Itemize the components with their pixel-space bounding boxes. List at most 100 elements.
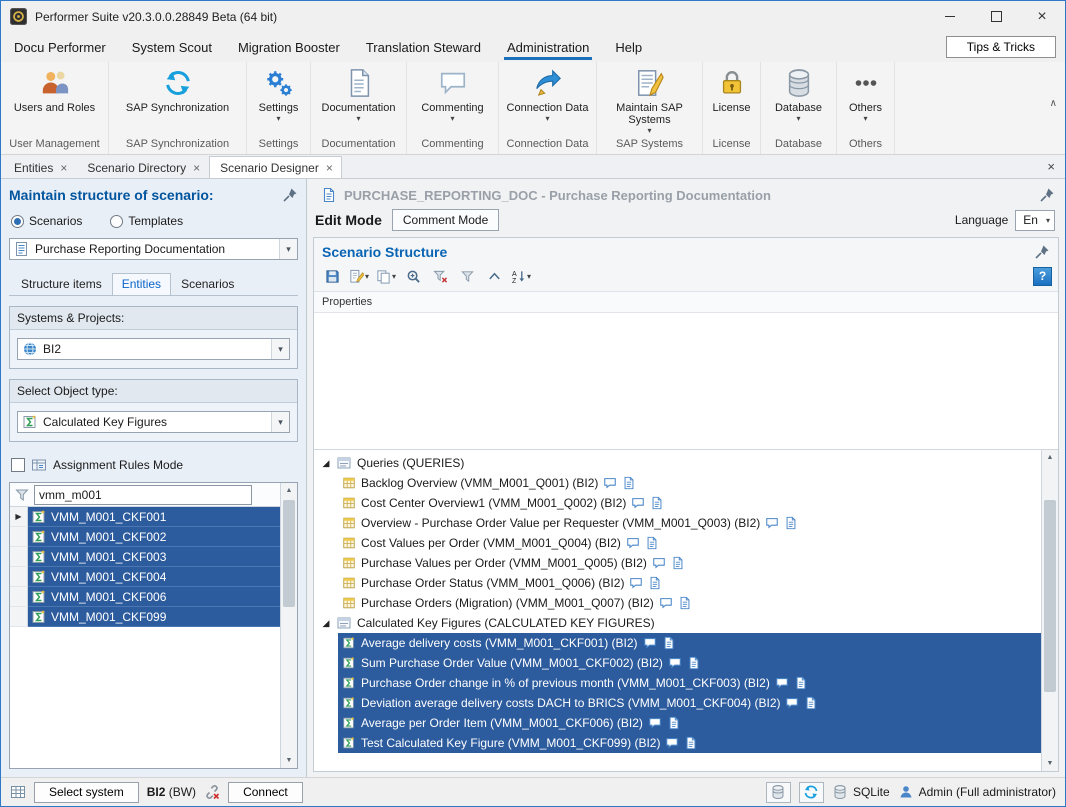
tree-item[interactable]: Purchase Values per Order (VMM_M001_Q005… [314,553,1041,573]
comment-mode-button[interactable]: Comment Mode [392,209,499,231]
tree-item[interactable]: Average delivery costs (VMM_M001_CKF001)… [314,633,1041,653]
tree-item[interactable]: Deviation average delivery costs DACH to… [314,693,1041,713]
save-button[interactable] [320,266,344,286]
pin-icon[interactable] [282,187,298,203]
maximize-button[interactable] [973,1,1019,32]
ribbon-button-maintain-sap-systems[interactable]: Maintain SAP Systems▾ [597,62,702,136]
tips-tricks-button[interactable]: Tips & Tricks [946,36,1056,58]
ribbon-collapse-button[interactable]: ∧ [1050,98,1057,109]
system-combo[interactable]: BI2 ▾ [17,338,290,360]
tree-group[interactable]: ◢Calculated Key Figures (CALCULATED KEY … [314,613,1041,633]
tab-close-icon[interactable]: × [60,161,67,175]
scroll-up-icon[interactable]: ▲ [1042,450,1058,465]
menu-item-administration[interactable]: Administration [494,32,602,62]
ribbon-button-settings[interactable]: Settings▾ [247,62,310,136]
grid-row[interactable]: ▶VMM_M001_CKF001 [10,507,280,527]
grid-scrollbar[interactable]: ▲ ▼ [280,483,297,768]
checkbox[interactable] [11,458,25,472]
scroll-up-icon[interactable]: ▲ [281,483,297,498]
collapse-button[interactable] [482,266,506,286]
tabbar-close-icon[interactable]: × [1047,159,1055,174]
tree-item[interactable]: Sum Purchase Order Value (VMM_M001_CKF00… [314,653,1041,673]
object-type-combo[interactable]: Calculated Key Figures ▾ [17,411,290,433]
system-grid-icon[interactable] [10,784,26,800]
minimize-button[interactable] [927,1,973,32]
filter-input[interactable]: vmm_m001 [34,485,252,505]
chevron-down-icon[interactable]: ▾ [271,412,289,432]
menu-item-system-scout[interactable]: System Scout [119,32,225,62]
scenarios-radio[interactable]: Scenarios [11,214,82,228]
grid-row[interactable]: VMM_M001_CKF099 [10,607,280,627]
scroll-track[interactable] [1042,465,1058,756]
tree-item[interactable]: Purchase Order change in % of previous m… [314,673,1041,693]
grid-row[interactable]: VMM_M001_CKF003 [10,547,280,567]
assignment-rules-checkbox[interactable]: Assignment Rules Mode [11,457,296,473]
expander-icon[interactable]: ◢ [321,618,331,629]
tree-item[interactable]: Cost Values per Order (VMM_M001_Q004) (B… [314,533,1041,553]
ribbon-button-connection-data[interactable]: Connection Data▾ [499,62,596,136]
templates-radio[interactable]: Templates [110,214,183,228]
close-button[interactable]: × [1019,1,1065,32]
tree-item[interactable]: Purchase Orders (Migration) (VMM_M001_Q0… [314,593,1041,613]
pin-icon[interactable] [1034,244,1050,260]
clear-filter-button[interactable] [428,266,452,286]
ribbon-group-database: Database▾Database [761,62,837,154]
scenario-combo[interactable]: Purchase Reporting Documentation ▾ [9,238,298,260]
scroll-thumb[interactable] [283,500,295,607]
filter-icon[interactable] [14,487,30,503]
ribbon-button-documentation[interactable]: Documentation▾ [311,62,406,136]
scroll-thumb[interactable] [1044,500,1056,692]
ribbon-button-users-and-roles[interactable]: Users and Roles [1,62,108,136]
connect-button[interactable]: Connect [228,782,303,803]
tree-item[interactable]: Test Calculated Key Figure (VMM_M001_CKF… [314,733,1041,753]
language-select[interactable]: En ▾ [1015,210,1055,231]
scroll-track[interactable] [281,498,297,753]
tab-scenario-directory[interactable]: Scenario Directory× [76,156,209,178]
ribbon-button-others[interactable]: Others▾ [837,62,894,136]
tree-group[interactable]: ◢Queries (QUERIES) [314,453,1041,473]
menu-item-help[interactable]: Help [602,32,655,62]
copy-button[interactable]: ▾ [374,266,398,286]
ribbon-button-sap-synchronization[interactable]: SAP Synchronization [109,62,246,136]
scroll-down-icon[interactable]: ▼ [281,753,297,768]
expander-icon[interactable]: ◢ [321,458,331,469]
zoom-button[interactable] [401,266,425,286]
left-tab-structure-items[interactable]: Structure items [11,273,112,295]
ribbon-button-database[interactable]: Database▾ [761,62,836,136]
tree-item[interactable]: Average per Order Item (VMM_M001_CKF006)… [314,713,1041,733]
help-button[interactable]: ? [1033,267,1052,286]
sort-button[interactable]: AZ▾ [509,266,533,286]
tab-close-icon[interactable]: × [326,161,333,175]
menu-item-translation-steward[interactable]: Translation Steward [353,32,494,62]
pin-icon[interactable] [1039,187,1055,203]
object-type-header: Select Object type: [10,380,297,403]
tree-item[interactable]: Backlog Overview (VMM_M001_Q001) (BI2) [314,473,1041,493]
select-system-button[interactable]: Select system [34,782,139,803]
tab-entities[interactable]: Entities× [3,156,76,178]
menu-item-docu-performer[interactable]: Docu Performer [1,32,119,62]
scroll-down-icon[interactable]: ▼ [1042,756,1058,771]
tab-close-icon[interactable]: × [193,161,200,175]
grid-row[interactable]: VMM_M001_CKF006 [10,587,280,607]
tree-item[interactable]: Purchase Order Status (VMM_M001_Q006) (B… [314,573,1041,593]
sync-status-button[interactable] [799,782,824,803]
tab-scenario-designer[interactable]: Scenario Designer× [209,156,342,178]
user-status[interactable]: Admin (Full administrator) [898,784,1056,800]
menu-item-migration-booster[interactable]: Migration Booster [225,32,353,62]
tree-item[interactable]: Cost Center Overview1 (VMM_M001_Q002) (B… [314,493,1041,513]
grid-row[interactable]: VMM_M001_CKF004 [10,567,280,587]
tree-item[interactable]: Overview - Purchase Order Value per Requ… [314,513,1041,533]
export-button[interactable]: ▾ [347,266,371,286]
filter-button[interactable] [455,266,479,286]
tree-scrollbar[interactable]: ▲ ▼ [1041,450,1058,771]
comment-sm-icon [603,476,617,490]
scenario-tree: ◢Queries (QUERIES)Backlog Overview (VMM_… [314,450,1041,771]
chevron-down-icon[interactable]: ▾ [271,339,289,359]
left-tab-entities[interactable]: Entities [112,273,171,295]
ribbon-button-commenting[interactable]: Commenting▾ [407,62,498,136]
left-tab-scenarios[interactable]: Scenarios [171,273,244,295]
grid-row[interactable]: VMM_M001_CKF002 [10,527,280,547]
chevron-down-icon[interactable]: ▾ [279,239,297,259]
database-status-button[interactable] [766,782,791,803]
ribbon-button-license[interactable]: License [703,62,760,136]
